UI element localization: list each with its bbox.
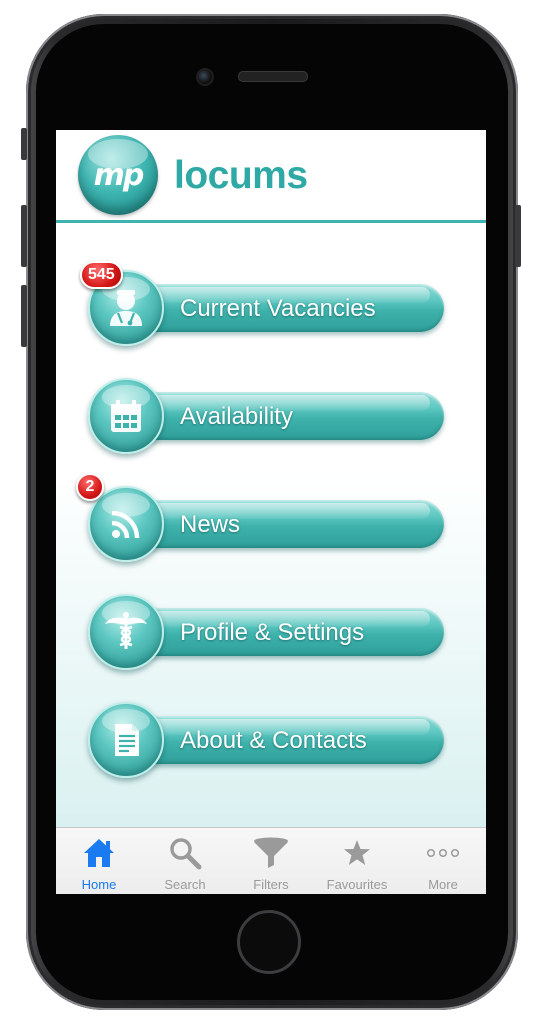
tab-search[interactable]: Search xyxy=(142,828,228,894)
news-count-badge: 2 xyxy=(76,473,104,501)
star-icon xyxy=(344,840,370,865)
menu-news-button[interactable]: News 2 xyxy=(76,473,456,567)
doctor-icon xyxy=(110,290,142,326)
volume-up-button xyxy=(21,205,27,267)
brand-title: locums xyxy=(174,154,308,197)
home-icon xyxy=(84,839,114,867)
earpiece-speaker xyxy=(238,71,308,82)
filter-icon xyxy=(254,837,288,868)
search-icon xyxy=(170,838,202,870)
bottom-tab-bar: Home Search Filters Favourites More xyxy=(56,827,486,894)
menu-icon-circle xyxy=(88,486,164,562)
tab-favourites[interactable]: Favourites xyxy=(314,828,400,894)
power-button xyxy=(515,205,521,267)
menu-icon-circle xyxy=(88,594,164,670)
tab-more[interactable]: More xyxy=(400,828,486,894)
tab-filters[interactable]: Filters xyxy=(228,828,314,894)
home-hardware-button[interactable] xyxy=(237,910,301,974)
app-screen: mp locums Current Vacancies 545 Availabi… xyxy=(56,130,486,894)
calendar-icon xyxy=(111,400,141,432)
menu-label: News xyxy=(180,511,241,538)
tab-label: More xyxy=(428,877,458,892)
mute-switch xyxy=(21,128,27,160)
tab-label: Favourites xyxy=(326,877,388,892)
menu-about-contacts-button[interactable]: About & Contacts xyxy=(86,701,456,783)
front-camera xyxy=(196,68,214,86)
app-logo: mp xyxy=(78,135,158,215)
menu-label: Current Vacancies xyxy=(180,295,376,322)
tab-label: Filters xyxy=(253,877,289,892)
menu-icon-circle xyxy=(88,702,164,778)
menu-profile-settings-button[interactable]: Profile & Settings xyxy=(86,593,456,675)
menu-pill[interactable] xyxy=(126,500,444,548)
app-header: mp locums xyxy=(56,130,486,223)
menu-label: Availability xyxy=(180,403,293,430)
caduceus-icon xyxy=(105,612,147,649)
tab-label: Search xyxy=(164,877,206,892)
document-icon xyxy=(115,724,139,756)
tab-home[interactable]: Home xyxy=(56,828,142,894)
menu-availability-button[interactable]: Availability xyxy=(86,377,456,459)
volume-down-button xyxy=(21,285,27,347)
rss-icon xyxy=(111,510,140,539)
tab-label: Home xyxy=(81,877,117,892)
menu-label: About & Contacts xyxy=(180,727,367,754)
logo-text: mp xyxy=(93,157,145,193)
menu-label: Profile & Settings xyxy=(180,619,365,646)
more-icon xyxy=(426,848,460,858)
menu-current-vacancies-button[interactable]: Current Vacancies 545 xyxy=(80,261,456,351)
menu-icon-circle xyxy=(88,378,164,454)
vacancies-count-badge: 545 xyxy=(80,261,123,289)
